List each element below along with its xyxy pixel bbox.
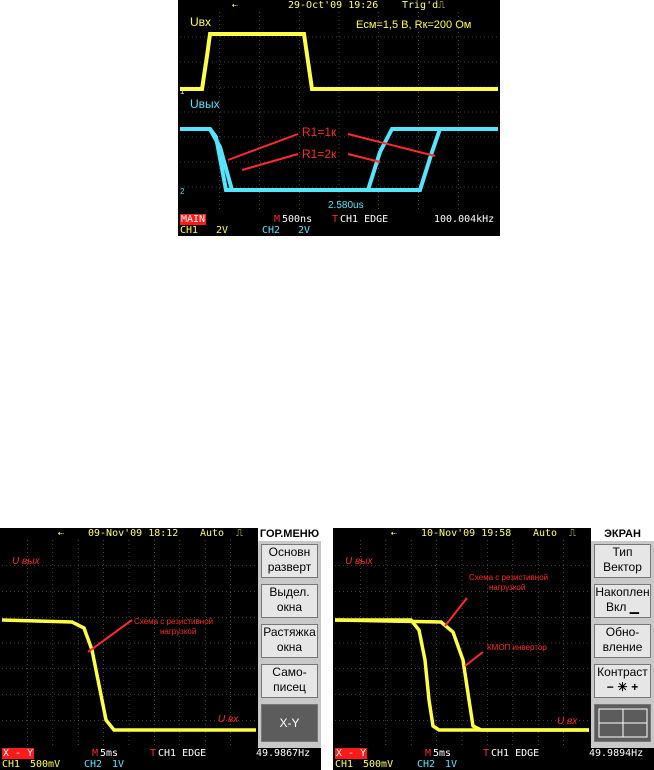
scope3-ch2: CH2 [417, 759, 436, 770]
scope2-ch1: CH1 [2, 759, 21, 770]
scope1-trig-status: Trig'd [402, 0, 439, 11]
scope3-menu-title: ЭКРАН [591, 528, 654, 541]
scope1-date: 29-Oct'09 19:26 [288, 0, 379, 11]
scope3-side-menu: ЭКРАН Тип Вектор Накоплен Вкл ▁ Обно-влени… [591, 528, 654, 748]
menu-button-contrast[interactable]: Контраст − ☀ + [594, 664, 651, 698]
scope3-frequency: 49.9894Hz [589, 748, 644, 759]
scope1-m-marker: M [274, 214, 281, 225]
scope2-mode: X - Y [2, 748, 35, 759]
scope3-annotation-cmos: КМОП инвертор [487, 643, 547, 652]
persistence-bar-icon: ▁ [629, 600, 639, 614]
menu-button-persistence[interactable]: Накоплен Вкл ▁ [594, 584, 651, 618]
ground-marker-icon: 2 [180, 187, 185, 196]
grid-icon[interactable] [594, 704, 651, 742]
menu-button-main-sweep[interactable]: Основн разверт [261, 544, 318, 578]
scope1-params: Eсм=1,5 В, Rк=200 Ом [356, 19, 471, 31]
scope2-side-menu: ГОР.МЕНЮ Основн разверт Выдел. окна Растяж… [258, 528, 321, 748]
menu-button-roll-mode[interactable]: Само-писец [261, 664, 318, 698]
oscilloscope-3: ⇠ 10-Nov'09 19:58 Auto ⎍ U вых U вх Схем… [333, 528, 654, 770]
scope2-label-x: U вх [218, 714, 239, 725]
menu-button-display-type[interactable]: Тип Вектор [594, 544, 651, 578]
scope3-m-marker: M [425, 748, 432, 759]
scope3-ch2-scale: 1V [445, 759, 458, 770]
scope1-mode: MAIN [180, 214, 207, 225]
scope1-ch2: CH2 [262, 225, 281, 236]
scope2-annotation-line2: нагрузкой [160, 627, 196, 636]
trigger-pulse-icon: ⎍ [236, 528, 243, 539]
scope1-annotation-r2k: R1=2к [302, 147, 337, 161]
scope1-annotation-r1k: R1=1к [302, 125, 337, 139]
menu-button-refresh[interactable]: Обно-вление [594, 624, 651, 658]
scope3-label-x: U вх [557, 716, 578, 727]
scope1-status-bar: ⇠ 29-Oct'09 19:26 Trig'd ⎍ [178, 0, 500, 12]
scope1-ch1: CH1 [180, 225, 199, 236]
scope2-menu-title: ГОР.МЕНЮ [258, 528, 321, 541]
menu-button-window-zoom[interactable]: Растяжка окна [261, 624, 318, 658]
scope1-t-marker: T [332, 214, 339, 225]
scope2-m-marker: M [92, 748, 99, 759]
usb-icon: ⇠ [391, 528, 398, 539]
oscilloscope-2: ⇠ 09-Nov'09 18:12 Auto ⎍ U вых U вх Схем… [0, 528, 321, 770]
scope2-timebase: 5ms [100, 748, 119, 759]
scope3-trigger: CH1 EDGE [491, 748, 540, 759]
scope3-timebase: 5ms [433, 748, 452, 759]
scope1-timebase: 500ns [282, 214, 313, 225]
scope2-screen: U вых U вх Схема с резистивной нагрузкой [2, 540, 256, 746]
ground-marker-icon: 1 [180, 87, 185, 96]
scope2-ch2-scale: 1V [112, 759, 125, 770]
scope2-annotation-line1: Схема с резистивной [134, 617, 213, 626]
scope2-t-marker: T [150, 748, 157, 759]
scope1-label-out: Uвых [190, 97, 220, 111]
scope2-ch1-scale: 500mV [30, 759, 61, 770]
scope1-ch2-scale: 2V [298, 225, 311, 236]
contrast-sun-icon: − ☀ + [606, 680, 639, 694]
scope3-t-marker: T [483, 748, 490, 759]
scope3-label-y: U вых [345, 556, 374, 567]
scope2-label-y: U вых [12, 556, 41, 567]
trigger-pulse-icon: ⎍ [438, 0, 445, 11]
scope3-date: 10-Nov'09 19:58 [421, 528, 512, 539]
scope3-screen: U вых U вх Схема с резистивной нагрузкой… [335, 540, 589, 746]
scope1-cursor-readout: 2.580us [328, 200, 364, 211]
scope1-screen: Uвх Uвых Eсм=1,5 В, Rк=200 Ом R1=1к R1=2… [180, 12, 498, 212]
scope2-ch2: CH2 [84, 759, 103, 770]
scope2-frequency: 49.9867Hz [256, 748, 311, 759]
scope3-annotation-line1: Схема с резистивной [469, 573, 548, 582]
scope2-date: 09-Nov'09 18:12 [88, 528, 179, 539]
scope2-trig-status: Auto [200, 528, 225, 539]
menu-button-xy[interactable]: X-Y [261, 704, 318, 742]
scope2-trigger: CH1 EDGE [158, 748, 207, 759]
scope3-trig-status: Auto [533, 528, 558, 539]
trigger-pulse-icon: ⎍ [569, 528, 576, 539]
usb-icon: ⇠ [58, 528, 65, 539]
scope3-ch1-scale: 500mV [363, 759, 394, 770]
oscilloscope-1: ⇠ 29-Oct'09 19:26 Trig'd ⎍ Uвх Uвых Eсм=… [178, 0, 500, 236]
scope1-label-in: Uвх [190, 15, 211, 29]
scope1-trigger: CH1 EDGE [340, 214, 389, 225]
usb-icon: ⇠ [232, 0, 239, 11]
scope3-ch1: CH1 [335, 759, 354, 770]
scope3-info-bar: X - Y M 5ms T CH1 EDGE 49.9894Hz CH1 500… [333, 748, 654, 770]
scope1-ch1-scale: 2V [216, 225, 229, 236]
scope1-info-bar: MAIN M 500ns T CH1 EDGE 100.004kHz CH1 2… [178, 214, 500, 236]
scope2-info-bar: X - Y M 5ms T CH1 EDGE 49.9867Hz CH1 500… [0, 748, 321, 770]
scope3-annotation-line2: нагрузкой [489, 583, 525, 592]
scope3-mode: X - Y [335, 748, 368, 759]
menu-button-window-select[interactable]: Выдел. окна [261, 584, 318, 618]
scope1-frequency: 100.004kHz [434, 214, 495, 225]
